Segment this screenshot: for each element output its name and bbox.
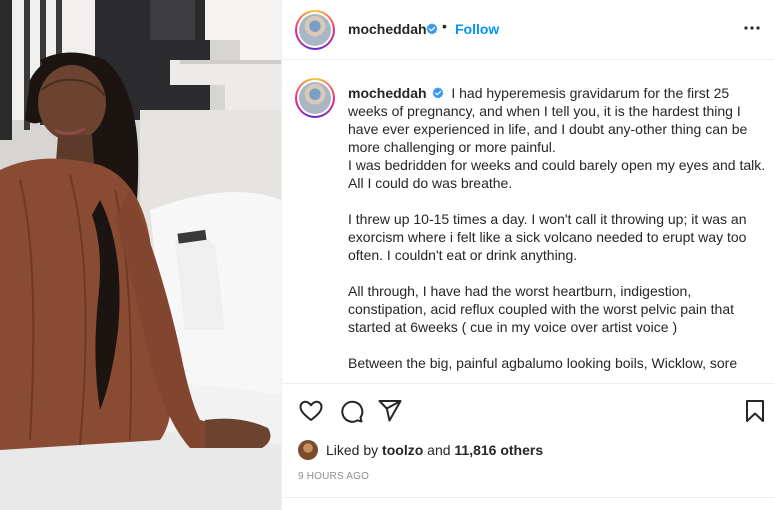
likes-summary: Liked by toolzo and 11,816 others	[298, 440, 543, 460]
caption-verified-badge-icon	[432, 87, 444, 99]
share-icon[interactable]	[377, 398, 403, 424]
post-photo-image	[0, 0, 281, 510]
caption-username[interactable]: mocheddah	[348, 85, 427, 101]
liker-avatar[interactable]	[298, 440, 318, 460]
follow-button[interactable]: Follow	[455, 21, 499, 37]
caption-area[interactable]: mocheddah I had hyperemesis gravidarum f…	[282, 60, 775, 384]
more-options-icon[interactable]	[742, 18, 762, 38]
author-username[interactable]: mocheddah	[348, 21, 427, 37]
liked-by-others-link[interactable]: 11,816 others	[454, 442, 543, 458]
post-detail-panel: mocheddah • Follow mocheddah I had hyper…	[281, 0, 775, 510]
caption-text: Between the big, painful agbalumo lookin…	[348, 355, 738, 371]
author-avatar[interactable]	[295, 10, 335, 50]
caption-text: All through, I have had the worst heartb…	[348, 283, 734, 335]
post-caption: mocheddah I had hyperemesis gravidarum f…	[348, 84, 766, 372]
post-actions	[282, 384, 775, 436]
post-photo[interactable]	[0, 0, 281, 510]
liked-by-prefix: Liked by	[326, 442, 379, 458]
bookmark-icon[interactable]	[742, 398, 768, 424]
liked-by-and: and	[427, 442, 451, 458]
caption-text: I threw up 10-15 times a day. I won't ca…	[348, 211, 747, 263]
comment-icon[interactable]	[338, 398, 364, 424]
caption-author-avatar[interactable]	[295, 78, 335, 118]
divider	[282, 497, 775, 498]
post-header: mocheddah • Follow	[282, 0, 775, 60]
heart-icon[interactable]	[298, 398, 324, 424]
liked-by-user[interactable]: toolzo	[382, 442, 423, 458]
post-timestamp[interactable]: 9 HOURS AGO	[298, 471, 369, 482]
verified-badge-icon	[423, 21, 438, 39]
header-separator: •	[442, 18, 447, 34]
caption-text: I was bedridden for weeks and could bare…	[348, 157, 766, 191]
